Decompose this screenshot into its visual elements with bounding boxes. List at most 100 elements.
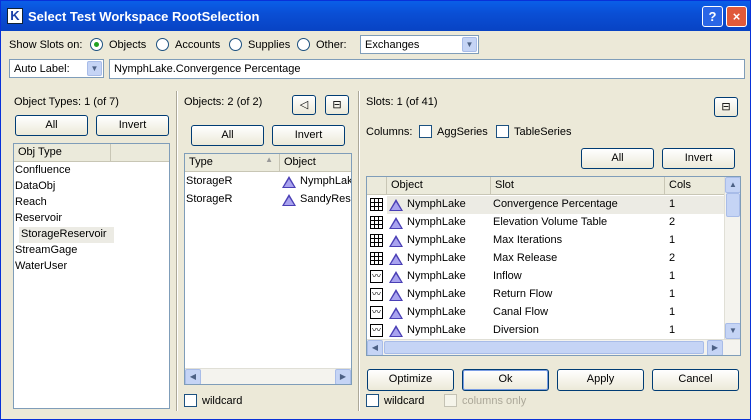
object-types-list[interactable]: Obj Type Confluence DataObj Reach Reservoir… bbox=[13, 143, 170, 409]
title-bar[interactable]: K Select Test Workspace RootSelection ? … bbox=[1, 1, 750, 31]
obj-types-all-button[interactable]: All bbox=[15, 115, 88, 136]
dialog-window: K Select Test Workspace RootSelection ? … bbox=[0, 0, 751, 420]
slots-table[interactable]: Object Slot Cols NymphLake Convergence Pe… bbox=[366, 176, 741, 356]
chevron-down-icon[interactable]: ▼ bbox=[87, 61, 102, 76]
table-row-object[interactable]: NymphLak bbox=[300, 173, 351, 191]
scroll-thumb[interactable] bbox=[384, 341, 704, 354]
scroll-right-icon[interactable]: ▶ bbox=[335, 369, 351, 384]
slot-row-cols[interactable]: 1 bbox=[669, 232, 719, 250]
table-slot-icon bbox=[370, 252, 383, 265]
obj-types-invert-button[interactable]: Invert bbox=[96, 115, 169, 136]
list-options-icon[interactable]: ⊟ bbox=[325, 95, 349, 115]
horizontal-scrollbar[interactable]: ◀ ▶ bbox=[367, 339, 740, 355]
radio-supplies[interactable] bbox=[229, 38, 242, 51]
slot-row-object[interactable]: NymphLake bbox=[407, 214, 491, 232]
columns-only-label: columns only bbox=[462, 395, 527, 407]
columns-label: Columns: bbox=[366, 126, 413, 138]
table-row-type[interactable]: StorageR bbox=[186, 191, 278, 209]
storage-reservoir-icon bbox=[282, 176, 296, 188]
slot-row-object[interactable]: NymphLake bbox=[407, 196, 491, 214]
object-column-header[interactable]: Object bbox=[280, 154, 351, 172]
slot-options-icon[interactable]: ⊟ bbox=[714, 97, 738, 117]
objects-title: Objects: 2 (of 2) bbox=[184, 96, 263, 108]
slot-row-name[interactable]: Max Iterations bbox=[493, 232, 663, 250]
vertical-scrollbar[interactable]: ▲ ▼ bbox=[724, 177, 740, 339]
slot-row-object[interactable]: NymphLake bbox=[407, 268, 491, 286]
table-row-type[interactable]: StorageR bbox=[186, 173, 278, 191]
scroll-left-icon[interactable]: ◀ bbox=[367, 340, 383, 355]
list-item[interactable]: StreamGage bbox=[15, 243, 165, 259]
divider[interactable] bbox=[176, 91, 178, 411]
collapse-left-icon[interactable]: ◁ bbox=[292, 95, 316, 115]
chevron-down-icon[interactable]: ▼ bbox=[462, 37, 477, 52]
objects-all-button[interactable]: All bbox=[191, 125, 264, 146]
tableseries-checkbox[interactable] bbox=[496, 125, 509, 138]
slot-row-cols[interactable]: 1 bbox=[669, 304, 719, 322]
scroll-thumb[interactable] bbox=[726, 193, 740, 217]
objects-invert-button[interactable]: Invert bbox=[272, 125, 345, 146]
slot-row-name[interactable]: Elevation Volume Table bbox=[493, 214, 663, 232]
slot-row-name[interactable]: Canal Flow bbox=[493, 304, 663, 322]
slot-row-name[interactable]: Return Flow bbox=[493, 286, 663, 304]
slot-row-object[interactable]: NymphLake bbox=[407, 232, 491, 250]
slots-all-button[interactable]: All bbox=[581, 148, 654, 169]
slot-row-cols[interactable]: 1 bbox=[669, 268, 719, 286]
ok-button[interactable]: Ok bbox=[462, 369, 549, 391]
other-dropdown-value: Exchanges bbox=[365, 39, 420, 51]
horizontal-scrollbar[interactable]: ◀ ▶ bbox=[185, 368, 351, 384]
aggseries-checkbox[interactable] bbox=[419, 125, 432, 138]
slot-row-object[interactable]: NymphLake bbox=[407, 304, 491, 322]
slot-row-name[interactable]: Max Release bbox=[493, 250, 663, 268]
storage-reservoir-icon bbox=[389, 325, 403, 337]
list-item[interactable]: WaterUser bbox=[15, 259, 165, 275]
slot-row-name[interactable]: Inflow bbox=[493, 268, 663, 286]
cols-column-header[interactable]: Cols bbox=[665, 177, 725, 195]
list-item[interactable]: Confluence bbox=[15, 163, 165, 179]
table-slot-icon bbox=[370, 198, 383, 211]
slots-invert-button[interactable]: Invert bbox=[662, 148, 735, 169]
slot-row-name[interactable]: Diversion bbox=[493, 322, 663, 340]
list-item[interactable]: Reach bbox=[15, 195, 165, 211]
close-button[interactable]: × bbox=[726, 6, 747, 27]
obj-type-column-header[interactable]: Obj Type bbox=[14, 144, 111, 162]
cancel-button[interactable]: Cancel bbox=[652, 369, 739, 391]
scroll-right-icon[interactable]: ▶ bbox=[707, 340, 723, 355]
slot-object-column-header[interactable]: Object bbox=[387, 177, 491, 195]
radio-other[interactable] bbox=[297, 38, 310, 51]
list-item[interactable]: Reservoir bbox=[15, 211, 165, 227]
show-slots-label: Show Slots on: bbox=[9, 39, 83, 51]
object-types-title: Object Types: 1 (of 7) bbox=[14, 96, 119, 108]
series-slot-icon: 〰 bbox=[370, 306, 383, 319]
list-item[interactable]: StorageReservoir bbox=[19, 227, 114, 243]
list-item[interactable]: DataObj bbox=[15, 179, 165, 195]
type-column-header[interactable]: Type ▲ bbox=[185, 154, 280, 172]
slot-row-cols[interactable]: 2 bbox=[669, 214, 719, 232]
slot-column-header[interactable]: Slot bbox=[491, 177, 665, 195]
slot-row-object[interactable]: NymphLake bbox=[407, 250, 491, 268]
slot-row-cols[interactable]: 1 bbox=[669, 322, 719, 340]
slot-row-object[interactable]: NymphLake bbox=[407, 286, 491, 304]
scroll-left-icon[interactable]: ◀ bbox=[185, 369, 201, 384]
type-header-label: Type bbox=[189, 156, 213, 168]
other-dropdown[interactable]: Exchanges ▼ bbox=[360, 35, 479, 54]
scroll-down-icon[interactable]: ▼ bbox=[725, 323, 740, 339]
objects-table[interactable]: Type ▲ Object StorageR NymphLak StorageR Sa… bbox=[184, 153, 352, 385]
slot-row-object[interactable]: NymphLake bbox=[407, 322, 491, 340]
table-row-object[interactable]: SandyRese bbox=[300, 191, 351, 209]
auto-label-text-field[interactable]: NymphLake.Convergence Percentage bbox=[109, 59, 745, 79]
radio-objects[interactable] bbox=[90, 38, 103, 51]
slot-row-cols[interactable]: 1 bbox=[669, 196, 719, 214]
apply-button[interactable]: Apply bbox=[557, 369, 644, 391]
radio-accounts[interactable] bbox=[156, 38, 169, 51]
slots-wildcard-checkbox[interactable] bbox=[366, 394, 379, 407]
slot-row-cols[interactable]: 1 bbox=[669, 286, 719, 304]
help-button[interactable]: ? bbox=[702, 6, 723, 27]
slot-row-name[interactable]: Convergence Percentage bbox=[493, 196, 663, 214]
slot-row-cols[interactable]: 2 bbox=[669, 250, 719, 268]
storage-reservoir-icon bbox=[389, 217, 403, 229]
scroll-up-icon[interactable]: ▲ bbox=[725, 177, 740, 193]
auto-label-dropdown[interactable]: Auto Label: ▼ bbox=[9, 59, 104, 78]
divider[interactable] bbox=[358, 91, 360, 411]
optimize-button[interactable]: Optimize bbox=[367, 369, 454, 391]
objects-wildcard-checkbox[interactable] bbox=[184, 394, 197, 407]
